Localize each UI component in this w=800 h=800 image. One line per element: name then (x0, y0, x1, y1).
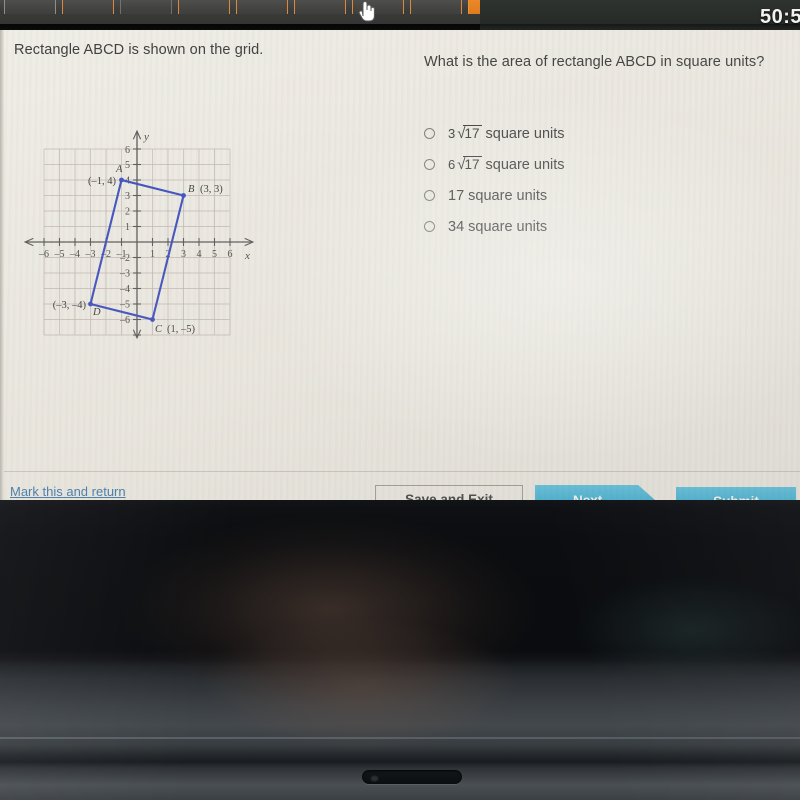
page-left-edge (0, 30, 4, 500)
submit-button[interactable]: Submit (676, 487, 796, 500)
answer-choice-1[interactable]: 6 √17 square units (424, 149, 565, 180)
radicand-1: 17 (463, 156, 482, 172)
svg-text:–5: –5 (119, 300, 130, 311)
answer-choice-0[interactable]: 3 √17 square units (424, 118, 565, 149)
browser-tab[interactable] (352, 0, 404, 14)
svg-text:4: 4 (197, 249, 202, 260)
coordinate-plane-svg: –6 –5 –4 –3 –2 –1 1 2 3 4 5 6 6 5 4 3 2 (12, 92, 282, 342)
radio-button-1[interactable] (424, 159, 435, 170)
svg-text:D: D (92, 307, 101, 318)
svg-text:–3: –3 (119, 269, 130, 280)
svg-text:1: 1 (125, 222, 130, 233)
photographed-laptop-screen: 50:5 Rectangle ABCD is shown on the grid… (0, 0, 800, 800)
bezel-highlight-line (0, 737, 800, 739)
svg-text:–2: –2 (119, 253, 130, 264)
radio-button-0[interactable] (424, 128, 435, 139)
browser-tab[interactable] (236, 0, 288, 14)
browser-tab[interactable] (294, 0, 346, 14)
svg-text:5: 5 (125, 160, 130, 171)
choice-suffix-0: square units (481, 126, 565, 142)
choice-value-2: 17 (448, 187, 465, 204)
answer-choice-label-3: 34 square units (448, 219, 547, 235)
x-axis-label: x (244, 250, 250, 262)
square-root-icon: √17 (455, 156, 482, 173)
choice-suffix-1: square units (481, 157, 565, 173)
svg-text:3: 3 (181, 249, 186, 260)
svg-text:–5: –5 (54, 249, 65, 260)
browser-tab[interactable] (62, 0, 114, 14)
quiz-page: Rectangle ABCD is shown on the grid. Wha… (0, 30, 800, 500)
answer-choice-2[interactable]: 17 square units (424, 180, 565, 211)
svg-text:–3: –3 (85, 249, 96, 260)
next-button[interactable]: Next (535, 485, 655, 500)
y-axis-label: y (143, 131, 149, 143)
question-text: What is the area of rectangle ABCD in sq… (424, 54, 765, 70)
browser-tab[interactable] (178, 0, 230, 14)
svg-text:6: 6 (228, 249, 233, 260)
radio-button-3[interactable] (424, 221, 435, 232)
svg-text:–4: –4 (119, 284, 130, 295)
svg-text:–4: –4 (69, 249, 80, 260)
save-and-exit-button[interactable]: Save and Exit (375, 485, 523, 500)
svg-text:C: C (155, 324, 163, 335)
svg-text:5: 5 (212, 249, 217, 260)
axis-tick-labels: –6 –5 –4 –3 –2 –1 1 2 3 4 5 6 6 5 4 3 2 (38, 145, 233, 326)
svg-text:(1, –5): (1, –5) (167, 324, 195, 335)
browser-tab[interactable] (4, 0, 56, 14)
mark-this-and-return-link[interactable]: Mark this and return (10, 484, 126, 499)
choice-coefficient-1: 6 (448, 157, 456, 172)
choice-suffix-3: square units (464, 218, 548, 235)
answer-choice-label-2: 17 square units (448, 188, 547, 204)
answer-choice-list: 3 √17 square units 6 √17 square units 17 s… (424, 118, 565, 242)
answer-choice-3[interactable]: 34 square units (424, 211, 565, 242)
laptop-bezel-reflection (0, 500, 800, 800)
toolbar-divider (0, 471, 800, 472)
choice-coefficient-0: 3 (448, 126, 456, 141)
svg-text:(3, 3): (3, 3) (200, 184, 223, 195)
svg-text:A: A (115, 164, 123, 175)
svg-text:–6: –6 (119, 315, 130, 326)
svg-text:6: 6 (125, 145, 130, 156)
laptop-hinge-dot (370, 775, 379, 782)
choice-value-3: 34 (448, 218, 465, 235)
browser-tab[interactable] (410, 0, 462, 14)
square-root-icon: √17 (455, 125, 482, 142)
answer-choice-label-0: 3 √17 square units (448, 125, 565, 142)
svg-text:3: 3 (125, 191, 130, 202)
svg-text:B: B (188, 184, 195, 195)
browser-tab[interactable] (120, 0, 172, 14)
answer-choice-label-1: 6 √17 square units (448, 156, 565, 173)
radicand-0: 17 (463, 125, 482, 141)
svg-text:2: 2 (125, 207, 130, 218)
svg-text:(–3, –4): (–3, –4) (53, 300, 87, 311)
question-prompt: Rectangle ABCD is shown on the grid. (14, 42, 264, 58)
svg-text:1: 1 (150, 249, 155, 260)
radio-button-2[interactable] (424, 190, 435, 201)
choice-suffix-2: square units (464, 187, 548, 204)
svg-text:(–1, 4): (–1, 4) (88, 176, 116, 187)
svg-text:–6: –6 (38, 249, 49, 260)
coordinate-grid-figure: –6 –5 –4 –3 –2 –1 1 2 3 4 5 6 6 5 4 3 2 (12, 92, 282, 347)
